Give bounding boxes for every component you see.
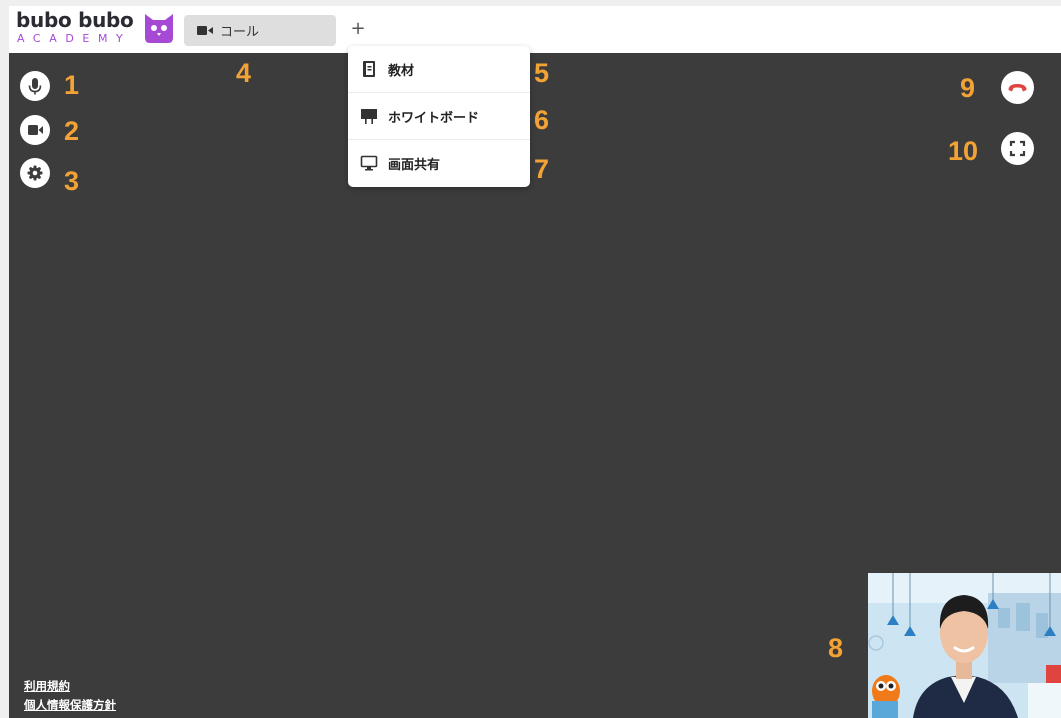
logo-subtitle: ACADEMY (17, 32, 132, 45)
mic-button[interactable] (20, 71, 50, 101)
annotation-5: 5 (534, 58, 550, 88)
header-bar: bubo bubo ACADEMY コール + (9, 6, 1061, 53)
annotation-10: 10 (948, 136, 979, 166)
add-tab-menu: 教材 ホワイトボード 画面共有 (348, 46, 530, 187)
privacy-policy-link[interactable]: 個人情報保護方針 (24, 697, 116, 713)
owl-cat-logo-icon (145, 14, 173, 43)
settings-button[interactable] (20, 158, 50, 188)
end-call-button[interactable] (1001, 71, 1034, 104)
video-camera-icon (28, 125, 43, 135)
annotation-6: 6 (534, 105, 550, 135)
annotation-3: 3 (64, 166, 80, 196)
logo[interactable]: bubo bubo ACADEMY (16, 8, 186, 52)
book-icon (363, 61, 375, 77)
monitor-icon (360, 155, 378, 171)
self-video-image (868, 573, 1061, 718)
annotation-4: 4 (236, 58, 252, 88)
menu-item-label: ホワイトボード (388, 111, 480, 126)
annotation-2: 2 (64, 116, 80, 146)
menu-item-screen-share[interactable]: 画面共有 (348, 139, 530, 185)
microphone-icon (28, 78, 42, 95)
gear-icon (27, 165, 43, 181)
annotation-8: 8 (828, 633, 844, 663)
logo-wordmark: bubo bubo (16, 8, 134, 32)
annotation-1: 1 (64, 70, 80, 100)
left-border (0, 0, 9, 718)
camera-button[interactable] (20, 115, 50, 145)
menu-item-whiteboard[interactable]: ホワイトボード (348, 92, 530, 138)
fullscreen-button[interactable] (1001, 132, 1034, 165)
fullscreen-icon (1009, 140, 1026, 157)
tab-call[interactable]: コール (184, 15, 336, 46)
phone-hangup-icon (1008, 84, 1027, 92)
add-tab-button[interactable]: + (350, 19, 366, 39)
video-camera-icon (197, 26, 213, 35)
menu-item-label: 教材 (388, 64, 415, 79)
self-video-tile[interactable] (868, 573, 1061, 718)
annotation-7: 7 (534, 154, 550, 184)
whiteboard-icon (361, 109, 377, 124)
annotation-9: 9 (960, 73, 976, 103)
terms-link[interactable]: 利用規約 (24, 678, 70, 694)
menu-item-label: 画面共有 (388, 158, 441, 173)
app-window: bubo bubo ACADEMY コール + 教材 ホワイトボード 画面共有 … (0, 0, 1061, 718)
menu-item-materials[interactable]: 教材 (348, 46, 530, 92)
tab-call-label: コール (220, 25, 260, 40)
